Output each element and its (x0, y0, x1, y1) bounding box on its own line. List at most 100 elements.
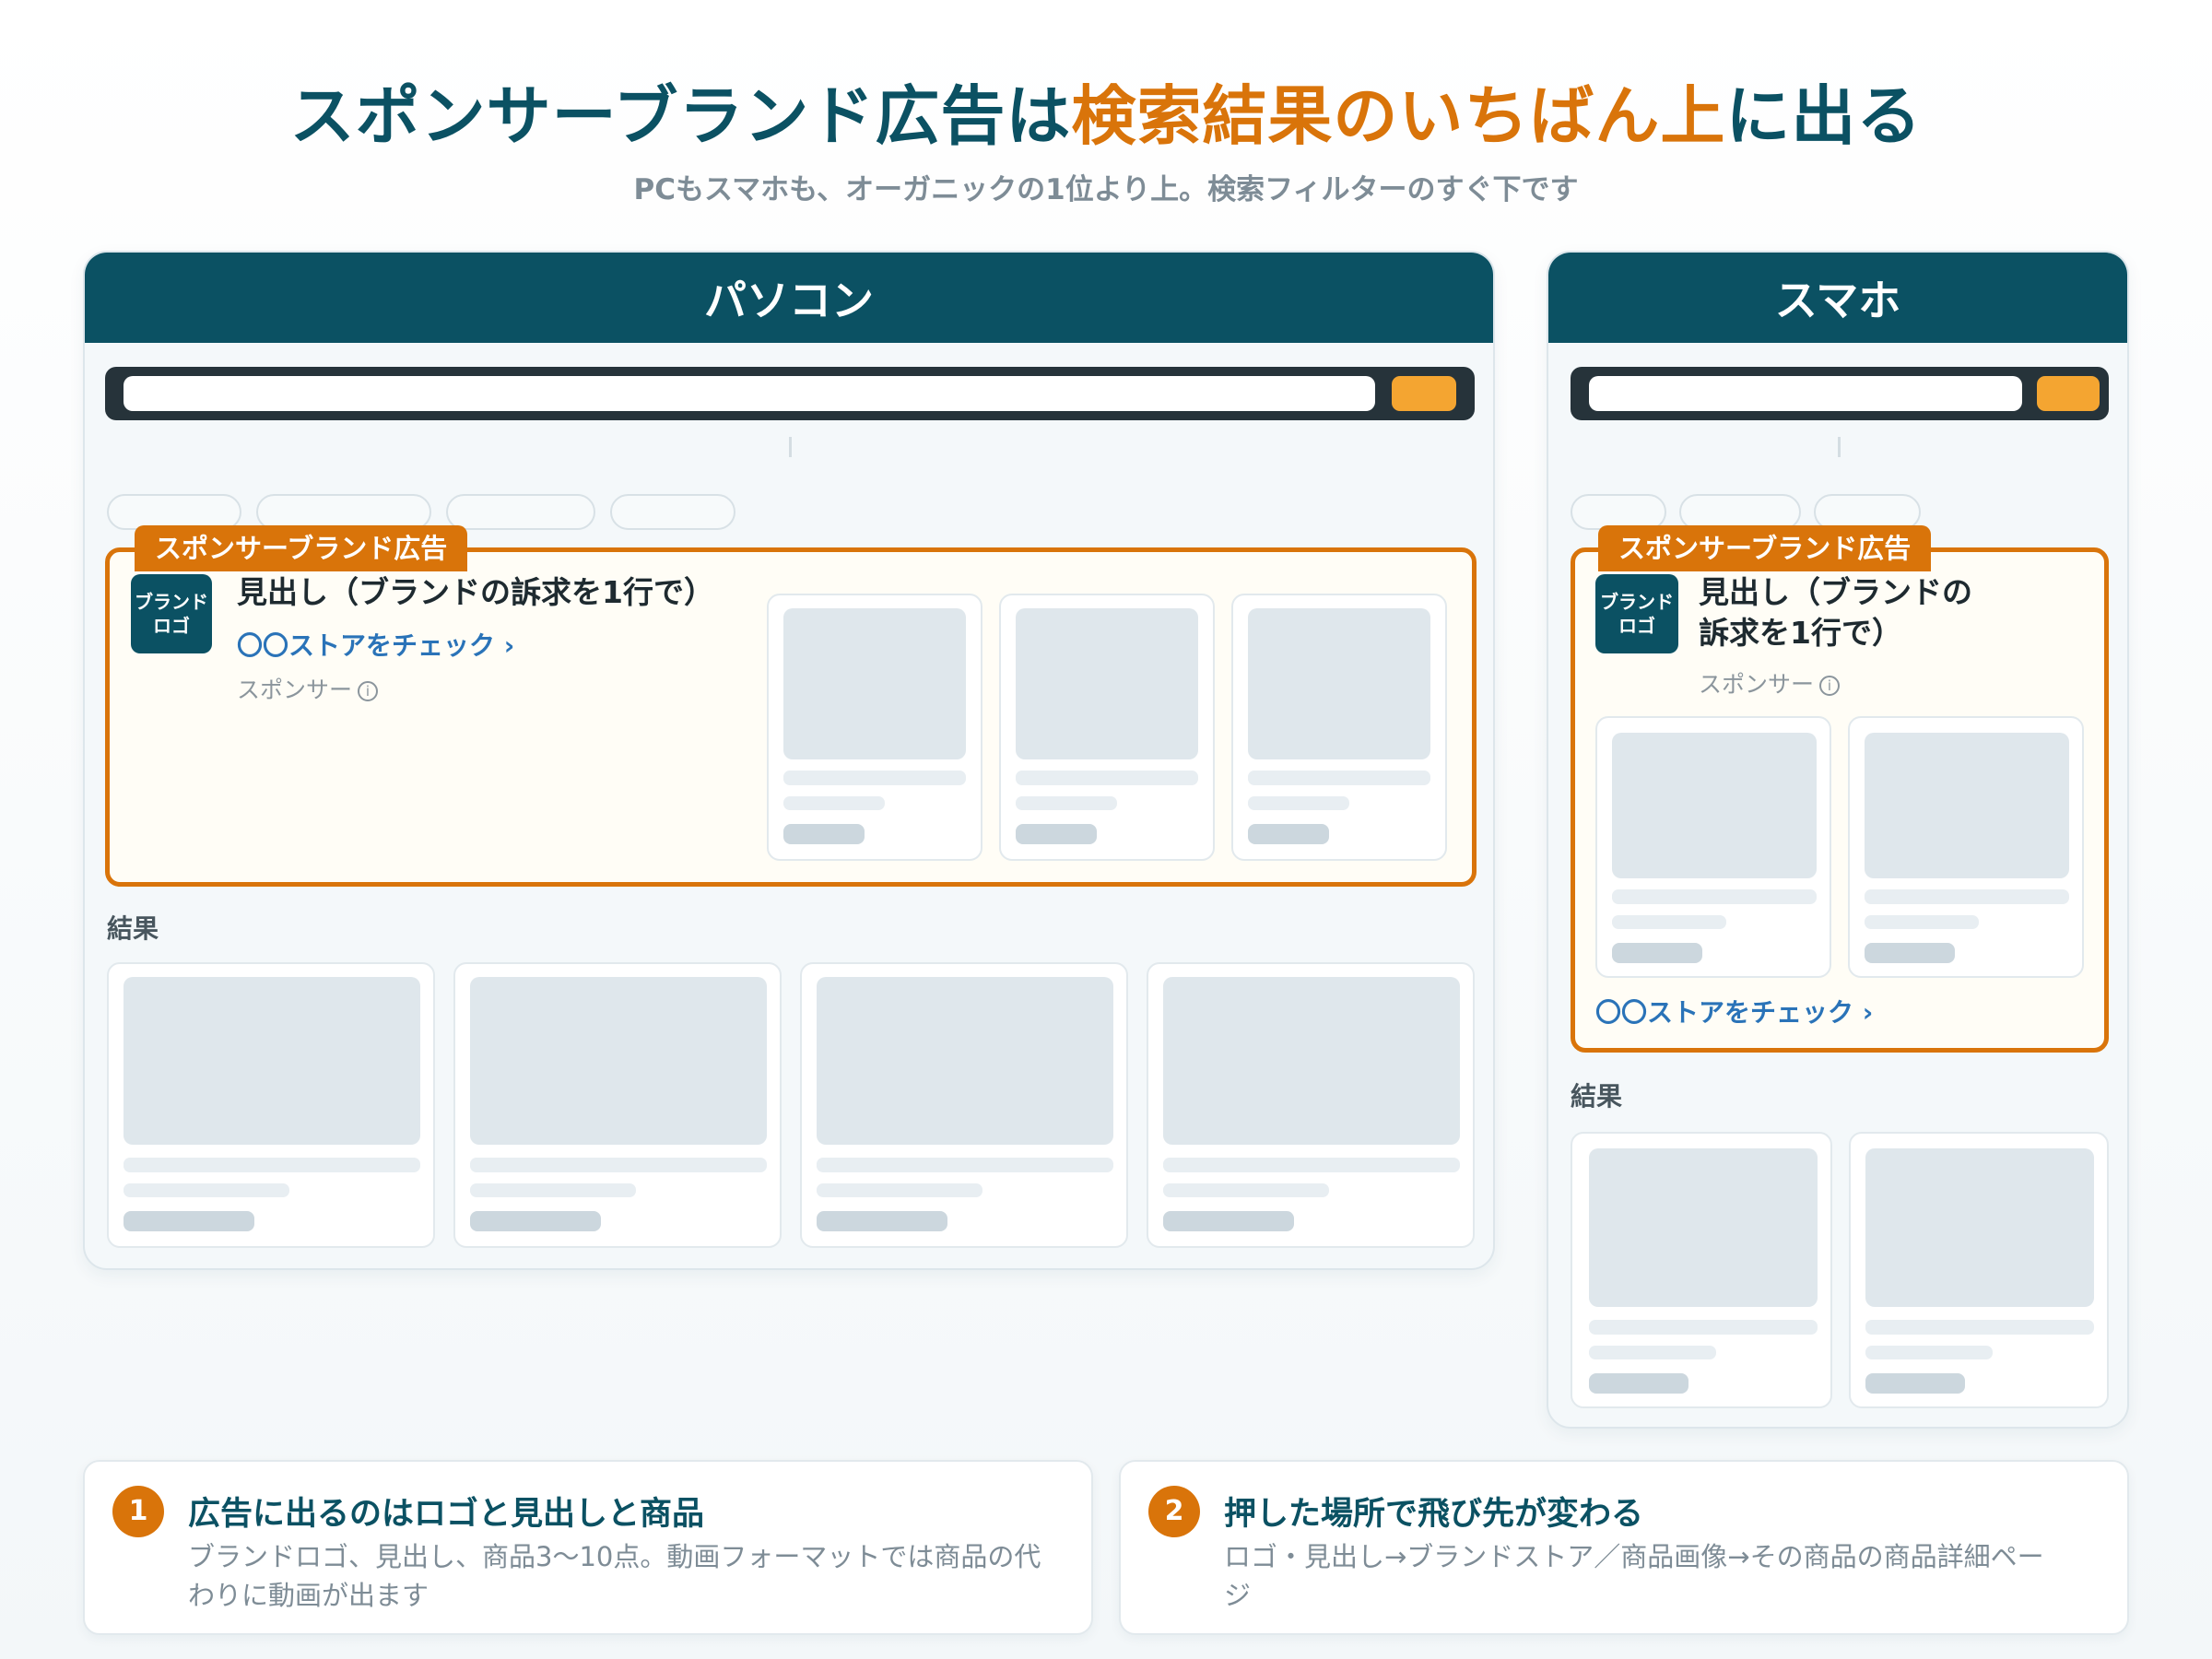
product-title-placeholder (1163, 1158, 1460, 1172)
product-subtitle-placeholder (817, 1183, 982, 1197)
product-image (1163, 977, 1460, 1145)
product-subtitle-placeholder (1163, 1183, 1329, 1197)
ad-headline[interactable]: 見出し（ブランドの訴求を1行で） (237, 572, 714, 613)
product-price-placeholder (470, 1211, 601, 1231)
ad-headline-line-1: 見出し（ブランドの (1699, 574, 1972, 610)
sponsor-text: スポンサー (1699, 671, 1815, 698)
product-image (817, 977, 1113, 1145)
desktop-panel: パソコン ブランド ロゴ 見出し（ブランドの訴求を1行で） 〇〇ストアをチェック… (83, 251, 1495, 1270)
ad-headline[interactable]: 見出し（ブランドの 訴求を1行で） (1699, 572, 1972, 653)
product-price-placeholder (817, 1211, 947, 1231)
results-label: 結果 (1571, 1081, 1623, 1112)
ad-tag: スポンサーブランド広告 (1598, 525, 1932, 571)
mobile-panel-title: スマホ (1548, 253, 2127, 343)
product-subtitle-placeholder (124, 1183, 289, 1197)
note-body-line-1: ロゴ・見出し→ブランドストア／商品画像→その商品の商品詳細ペー (1224, 1541, 2044, 1572)
note-title: 押した場所で飛び先が変わる (1224, 1496, 1644, 1533)
note-number-badge: 2 (1148, 1486, 1200, 1537)
product-price-placeholder (1589, 1373, 1688, 1394)
logo-line-2: ロゴ (1618, 615, 1655, 637)
product-image (1589, 1148, 1818, 1307)
mobile-panel: スマホ ブランド ロゴ 見出し（ブランドの 訴求を1行で） スポンサー i 〇〇… (1547, 251, 2129, 1429)
product-price-placeholder (1248, 824, 1329, 844)
title-post: に出る (1725, 78, 1923, 154)
note-body-line-1: ブランドロゴ、見出し、商品3〜10点。動画フォーマットでは商品の代 (188, 1541, 1041, 1572)
mobile-search-bar (1571, 367, 2109, 420)
filter-chip[interactable] (446, 494, 595, 530)
product-image (124, 977, 420, 1145)
result-product-card[interactable] (1147, 962, 1475, 1248)
product-image (1865, 733, 2069, 878)
sponsor-label: スポンサー i (1699, 666, 1841, 700)
ad-product-card[interactable] (1848, 716, 2084, 978)
note-number-badge: 1 (112, 1486, 164, 1537)
product-subtitle-placeholder (1589, 1346, 1716, 1359)
logo-line-2: ロゴ (153, 615, 190, 637)
note-body-line-2: ジ (1224, 1580, 1252, 1611)
store-link[interactable]: 〇〇ストアをチェック › (1595, 993, 1873, 1030)
desktop-sponsored-brand-ad[interactable]: ブランド ロゴ 見出し（ブランドの訴求を1行で） 〇〇ストアをチェック › スポ… (105, 547, 1477, 887)
title-highlight: 検索結果のいちばん上 (1071, 78, 1726, 154)
divider-tick (789, 437, 792, 457)
product-image (1612, 733, 1817, 878)
product-image (470, 977, 767, 1145)
product-subtitle-placeholder (783, 796, 885, 810)
note-body: ブランドロゴ、見出し、商品3〜10点。動画フォーマットでは商品の代 わりに動画が… (188, 1537, 1073, 1615)
product-image (783, 608, 966, 759)
result-product-card[interactable] (1849, 1132, 2109, 1408)
note-title: 広告に出るのはロゴと見出しと商品 (188, 1496, 705, 1533)
product-price-placeholder (1612, 943, 1702, 963)
ad-product-card[interactable] (999, 594, 1215, 861)
logo-line-1: ブランド (135, 591, 208, 613)
divider-tick (1838, 437, 1841, 457)
ad-tag: スポンサーブランド広告 (135, 525, 468, 571)
product-image (1248, 608, 1430, 759)
brand-logo[interactable]: ブランド ロゴ (131, 574, 212, 653)
result-product-card[interactable] (800, 962, 1128, 1248)
product-title-placeholder (1016, 771, 1198, 785)
page-title: スポンサーブランド広告は検索結果のいちばん上に出る (0, 65, 2212, 158)
results-label: 結果 (107, 913, 159, 944)
product-title-placeholder (470, 1158, 767, 1172)
product-price-placeholder (783, 824, 865, 844)
product-subtitle-placeholder (470, 1183, 636, 1197)
product-subtitle-placeholder (1865, 1346, 1993, 1359)
title-pre: スポンサーブランド広告は (289, 78, 1072, 154)
filter-chip[interactable] (610, 494, 735, 530)
ad-product-card[interactable] (1595, 716, 1831, 978)
result-product-card[interactable] (107, 962, 435, 1248)
product-price-placeholder (1016, 824, 1097, 844)
product-subtitle-placeholder (1612, 915, 1726, 929)
brand-logo[interactable]: ブランド ロゴ (1595, 574, 1678, 653)
product-title-placeholder (1589, 1320, 1818, 1335)
sponsor-text: スポンサー (237, 677, 353, 703)
note-card-2: 2 押した場所で飛び先が変わる ロゴ・見出し→ブランドストア／商品画像→その商品… (1119, 1460, 2129, 1635)
product-image (1865, 1148, 2094, 1307)
note-body-line-2: わりに動画が出ます (188, 1580, 429, 1611)
product-price-placeholder (1163, 1211, 1294, 1231)
desktop-search-button[interactable] (1392, 376, 1456, 411)
info-icon[interactable]: i (1819, 676, 1841, 696)
store-link[interactable]: 〇〇ストアをチェック › (237, 626, 514, 663)
product-title-placeholder (1612, 889, 1817, 904)
result-product-card[interactable] (1571, 1132, 1832, 1408)
product-title-placeholder (124, 1158, 420, 1172)
product-price-placeholder (124, 1211, 254, 1231)
desktop-search-input[interactable] (124, 376, 1375, 411)
ad-product-card[interactable] (1231, 594, 1447, 861)
mobile-sponsored-brand-ad[interactable]: ブランド ロゴ 見出し（ブランドの 訴求を1行で） スポンサー i 〇〇ストアをチ… (1571, 547, 2109, 1053)
result-product-card[interactable] (453, 962, 782, 1248)
ad-product-card[interactable] (767, 594, 982, 861)
note-body: ロゴ・見出し→ブランドストア／商品画像→その商品の商品詳細ペー ジ (1224, 1537, 2109, 1615)
product-price-placeholder (1865, 943, 1955, 963)
info-icon[interactable]: i (358, 681, 379, 701)
product-subtitle-placeholder (1248, 796, 1349, 810)
product-title-placeholder (1865, 889, 2069, 904)
page-subtitle: PCもスマホも、オーガニックの1位より上。検索フィルターのすぐ下です (633, 173, 1579, 206)
desktop-search-bar (105, 367, 1475, 420)
product-title-placeholder (1248, 771, 1430, 785)
mobile-search-input[interactable] (1589, 376, 2022, 411)
ad-headline-line-2: 訴求を1行で） (1699, 615, 1902, 651)
desktop-panel-title: パソコン (85, 253, 1493, 343)
mobile-search-button[interactable] (2037, 376, 2100, 411)
